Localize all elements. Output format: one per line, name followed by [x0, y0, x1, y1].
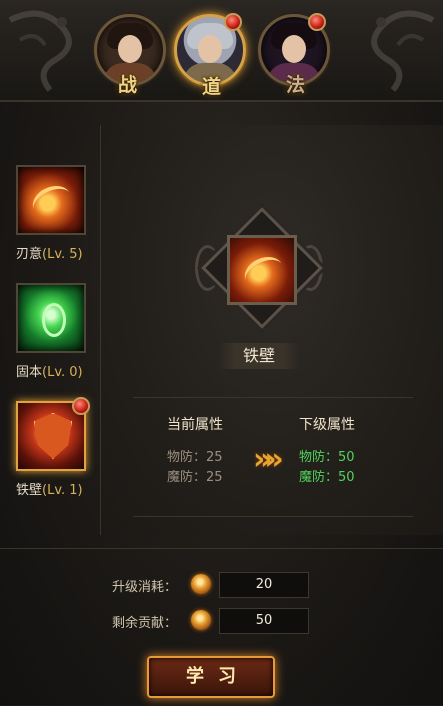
skill-emblem — [195, 207, 323, 335]
notification-dot-icon — [308, 13, 326, 31]
skill-item-renyi[interactable]: 刃意(Lv. 5) — [16, 165, 86, 262]
skill-level: (Lv. 1) — [42, 483, 83, 498]
upgrade-cost-label: 升级消耗： — [112, 580, 178, 595]
upgrade-cost-value: 20 — [219, 572, 309, 598]
contribution-coin-icon — [191, 610, 211, 630]
learn-section: 升级消耗： 20 剩余贡献： 50 学习 — [0, 548, 443, 706]
next-phys-def: 物防：50 — [299, 450, 355, 465]
selected-skill-icon — [227, 235, 297, 305]
skill-name: 固本 — [16, 365, 43, 380]
slash-skill-icon — [16, 165, 86, 235]
current-magic-def: 魔防：25 — [167, 470, 223, 485]
skill-item-tiebi[interactable]: 铁壁(Lv. 1) — [16, 397, 90, 498]
skill-level: (Lv. 5) — [42, 247, 83, 262]
notification-dot-icon — [72, 397, 90, 415]
taoist-tag: 道 — [202, 76, 222, 98]
current-heading: 当前属性 — [167, 417, 223, 433]
dragon-ornament-icon — [8, 10, 72, 92]
double-arrow-icon: »» — [253, 442, 284, 477]
warrior-tag: 战 — [118, 74, 138, 96]
character-header: 战 道 法 — [0, 0, 443, 102]
skill-level: (Lv. 0) — [42, 365, 83, 380]
mage-tag: 法 — [286, 74, 306, 96]
next-attributes: 下级属性 物防：50 魔防：50 — [299, 414, 355, 488]
dragon-ornament-icon — [371, 10, 435, 92]
current-attributes: 当前属性 物防：25 魔防：25 — [167, 414, 223, 488]
learn-button[interactable]: 学习 — [147, 656, 275, 698]
skill-detail-panel: 铁壁 当前属性 物防：25 魔防：25 »» 下级属性 物防：50 魔防：50 — [100, 125, 443, 535]
current-phys-def: 物防：25 — [167, 450, 223, 465]
green-aura-skill-icon — [16, 283, 86, 353]
next-magic-def: 魔防：50 — [299, 470, 355, 485]
remaining-label: 剩余贡献： — [112, 616, 178, 631]
skill-window: 战 道 法 刃意(Lv. 5) 固本(Lv. 0) 铁壁(Lv. 1) 铁壁 当… — [0, 0, 443, 705]
skill-item-guben[interactable]: 固本(Lv. 0) — [16, 283, 86, 380]
notification-dot-icon — [224, 13, 242, 31]
contribution-coin-icon — [191, 574, 211, 594]
attribute-compare: 当前属性 物防：25 魔防：25 »» 下级属性 物防：50 魔防：50 — [133, 397, 413, 517]
skill-name: 铁壁 — [16, 483, 43, 498]
skill-list: 刃意(Lv. 5) 固本(Lv. 0) 铁壁(Lv. 1) — [0, 125, 100, 535]
remaining-row: 剩余贡献： 50 — [0, 608, 443, 634]
remaining-value: 50 — [219, 608, 309, 634]
upgrade-cost-row: 升级消耗： 20 — [0, 572, 443, 598]
shield-skill-icon — [16, 397, 90, 471]
skill-title: 铁壁 — [219, 343, 299, 369]
skill-name: 刃意 — [16, 247, 43, 262]
next-heading: 下级属性 — [299, 417, 355, 433]
